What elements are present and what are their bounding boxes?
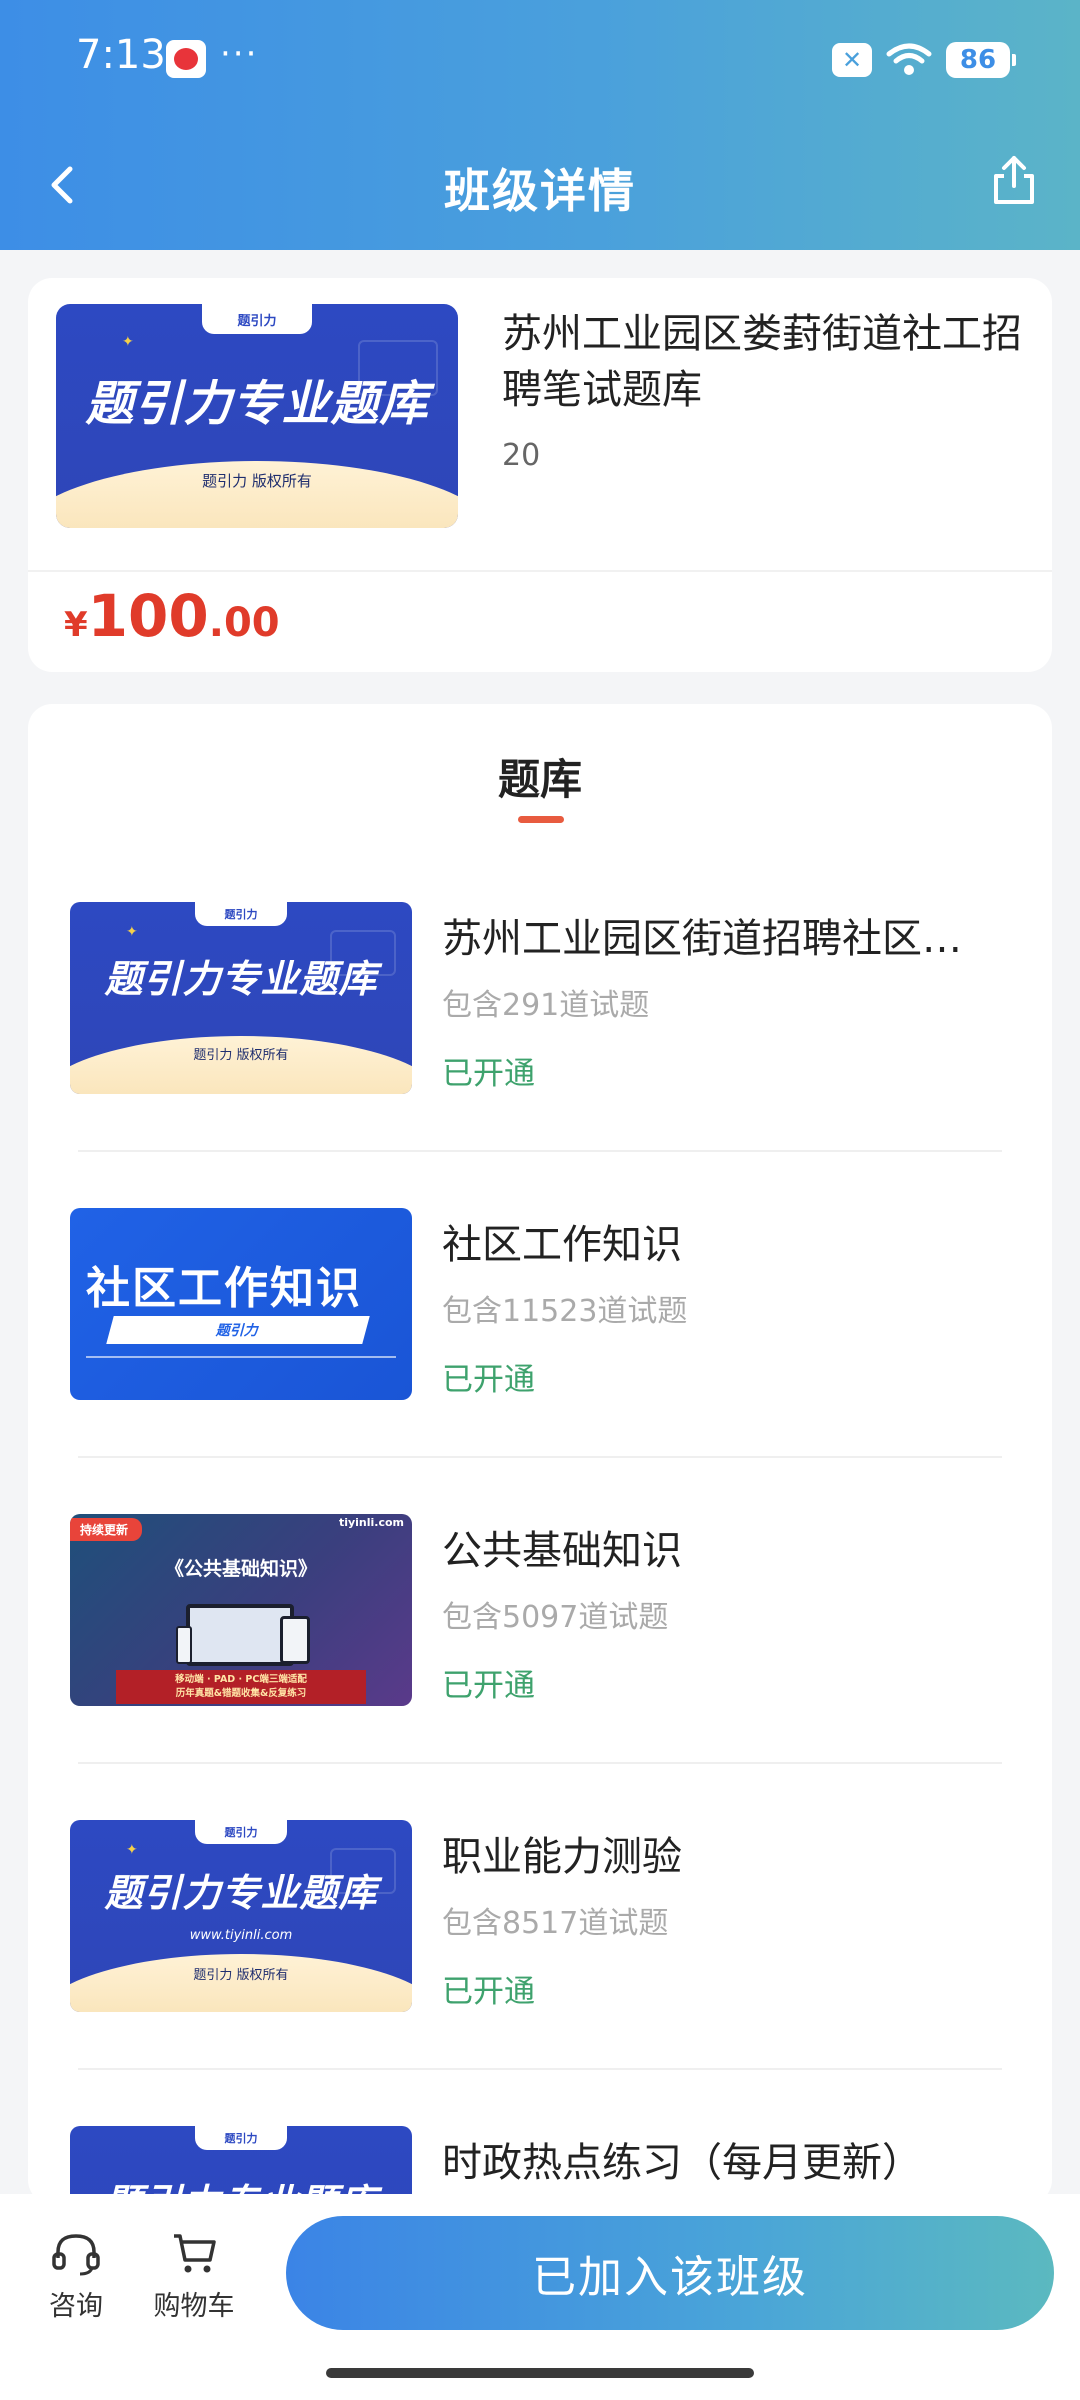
status-bar: 7:13 ··· ✕ 86	[0, 0, 1080, 120]
bank-question-count: 包含291道试题	[442, 988, 650, 1023]
bank-question-count: 包含8517道试题	[442, 1906, 669, 1941]
divider	[78, 1762, 1002, 1764]
product-price: ¥100.00	[64, 582, 280, 650]
bank-cover-image: 持续更新 tiyinli.com 《公共基础知识》 移动端 · PAD · PC…	[70, 1514, 412, 1706]
question-bank-section: 题库 ✦ 题引力 题引力专业题库 题引力 版权所有 苏州工业园区街道招聘社区… …	[28, 704, 1052, 2204]
bank-cover-image: ✦ 题引力 题引力专业题库 题引力 版权所有	[70, 902, 412, 1094]
cart-label: 购物车	[153, 2291, 235, 2322]
consult-button[interactable]: 咨询	[26, 2230, 126, 2323]
page-title: 班级详情	[444, 164, 636, 218]
bank-cover-image: ✦ 题引力 题引力专业题库 www.tiyinli.com 题引力 版权所有	[70, 1820, 412, 2012]
bank-status: 已开通	[442, 1362, 535, 1398]
bank-status: 已开通	[442, 1668, 535, 1704]
share-button[interactable]	[986, 150, 1042, 210]
wifi-icon	[886, 42, 932, 78]
bank-list-item[interactable]: ✦ 题引力 题引力专业题库 www.tiyinli.com 题引力 版权所有 职…	[28, 1820, 1052, 2126]
divider	[78, 2068, 1002, 2070]
bank-list-item[interactable]: ✦ 题引力 题引力专业题库 题引力 版权所有 苏州工业园区街道招聘社区… 包含2…	[28, 902, 1052, 1208]
status-indicators: ✕ 86	[832, 40, 1016, 80]
product-count: 20	[502, 438, 541, 473]
app-notification-icon	[166, 40, 206, 78]
more-notifications-icon: ···	[220, 34, 259, 74]
cart-icon	[174, 2234, 216, 2273]
divider	[78, 1150, 1002, 1152]
home-indicator[interactable]	[326, 2368, 754, 2378]
sim-off-icon: ✕	[832, 43, 872, 77]
bank-status: 已开通	[442, 1974, 535, 2010]
cart-button[interactable]: 购物车	[144, 2230, 244, 2323]
divider	[28, 570, 1052, 572]
app-header: 7:13 ··· ✕ 86 班级详情	[0, 0, 1080, 250]
bank-list-item[interactable]: 社区工作知识 题引力 社区工作知识 包含11523道试题 已开通	[28, 1208, 1052, 1514]
bank-title: 时政热点练习（每月更新）	[442, 2140, 922, 2186]
share-icon	[994, 156, 1034, 204]
tab-question-bank[interactable]: 题库	[28, 746, 1052, 807]
bank-list-item[interactable]: 题引力 题引力专业题库 时政热点练习（每月更新）	[28, 2126, 1052, 2204]
bank-list-item[interactable]: 持续更新 tiyinli.com 《公共基础知识》 移动端 · PAD · PC…	[28, 1514, 1052, 1820]
bank-status: 已开通	[442, 1056, 535, 1092]
bank-cover-image: 社区工作知识 题引力	[70, 1208, 412, 1400]
product-cover-image: ✦ 题引力 题引力专业题库 题引力 版权所有	[56, 304, 458, 528]
bank-title: 职业能力测验	[442, 1834, 682, 1880]
bank-title: 苏州工业园区街道招聘社区…	[442, 916, 962, 962]
bank-title: 社区工作知识	[442, 1222, 682, 1268]
bank-cover-image: 题引力 题引力专业题库	[70, 2126, 412, 2204]
bank-question-count: 包含5097道试题	[442, 1600, 669, 1635]
headset-icon	[52, 2234, 100, 2276]
tab-active-indicator	[518, 816, 564, 823]
joined-class-button[interactable]: 已加入该班级	[286, 2216, 1054, 2330]
class-product-card: ✦ 题引力 题引力专业题库 题引力 版权所有 苏州工业园区娄葑街道社工招聘笔试题…	[28, 278, 1052, 672]
bank-title: 公共基础知识	[442, 1528, 682, 1574]
status-time: 7:13	[76, 32, 166, 78]
product-title: 苏州工业园区娄葑街道社工招聘笔试题库	[502, 311, 1022, 413]
battery-indicator: 86	[946, 42, 1016, 78]
divider	[78, 1456, 1002, 1458]
consult-label: 咨询	[49, 2291, 103, 2322]
bank-question-count: 包含11523道试题	[442, 1294, 688, 1329]
